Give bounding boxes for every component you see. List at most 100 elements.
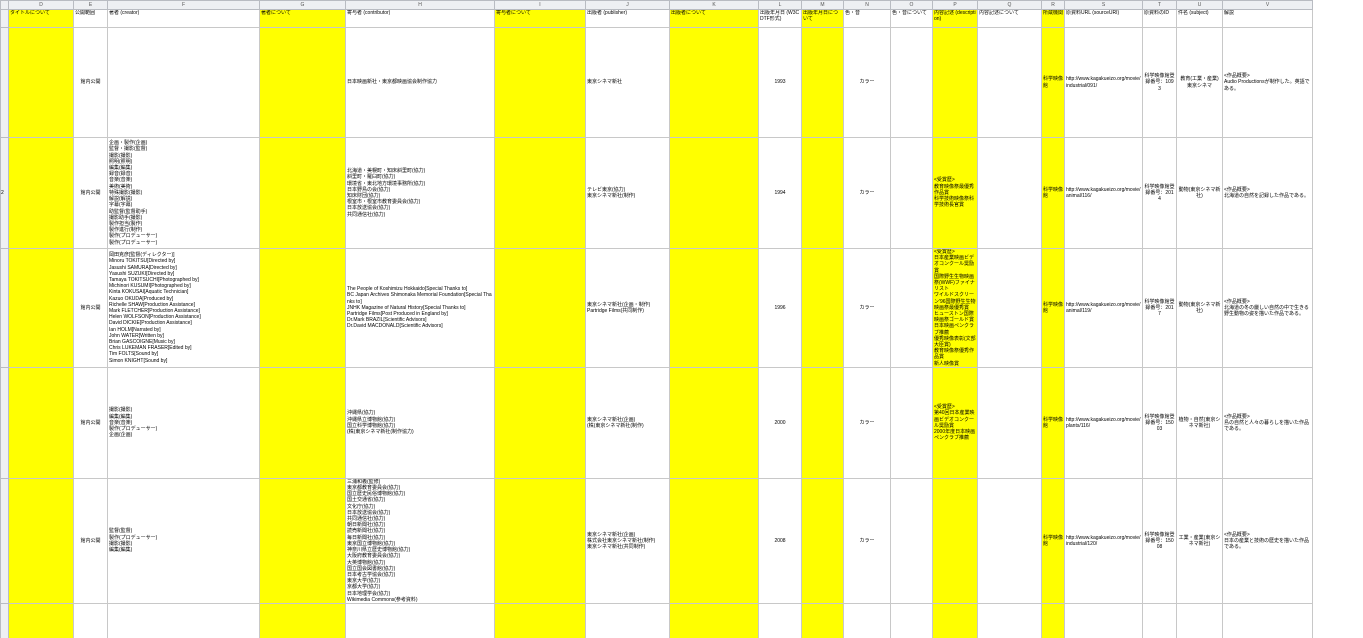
header-cell[interactable]: 出版年月日 (W3CDTF形式)	[758, 9, 802, 28]
row-header[interactable]	[0, 9, 9, 28]
description-cell[interactable]: <受賞歴> 第40回日本産業映画ビデオコンクール奨励賞 2000年度日本映画ペン…	[932, 366, 978, 479]
creator-about-cell[interactable]	[259, 137, 346, 249]
publisher-cell[interactable]: 東京シネマ新社(企画) 株式会社東京シネマ新社(制作) 東京シネマ新社(共同制作…	[585, 477, 670, 604]
creator-about-cell[interactable]	[259, 248, 346, 368]
publisher-cell[interactable]: 東京シネマ新社(企画・制作) Partridge Films(共同制作)	[585, 248, 670, 368]
commentary-cell[interactable]: <作品概要> 北海道の自然を記録した作品である。	[1222, 137, 1313, 249]
color-about-cell[interactable]	[890, 477, 933, 604]
description-about-cell[interactable]	[977, 477, 1042, 604]
description-about-cell[interactable]	[977, 248, 1042, 368]
row-header[interactable]	[0, 248, 9, 368]
visibility-cell[interactable]: 館内公開	[73, 137, 108, 249]
contributor-cell[interactable]: 三浦和義(監修) 東京都教育委員会(協力) 国立歴史民俗博物館(協力) 国土交通…	[345, 477, 495, 604]
publisher-cell[interactable]: テレビ東京(協力) 東京シネマ新社(制作)	[585, 137, 670, 249]
date-about-cell[interactable]	[801, 366, 844, 479]
contributor-about-cell[interactable]	[494, 248, 586, 368]
color-about-cell[interactable]	[890, 602, 933, 638]
publisher-cell[interactable]: 東京シネマ新社(企画) (株)東京シネマ新社(制作)	[585, 366, 670, 479]
title-about-cell[interactable]	[8, 27, 74, 138]
subject-cell[interactable]: 工業・産業(東京シネマ新社)	[1176, 477, 1223, 604]
header-cell[interactable]: 原資料URL (sourceURI)	[1064, 9, 1143, 28]
column-header-d[interactable]: D	[8, 0, 74, 10]
corner-cell[interactable]	[0, 0, 9, 10]
column-header-g[interactable]: G	[259, 0, 346, 10]
header-cell[interactable]: 件名 (subject)	[1176, 9, 1223, 28]
contributor-cell[interactable]: 沖縄県(協力) 沖縄県立博物館(協力) 国立科学博物館(協力) (株)東京シネマ…	[345, 366, 495, 479]
date-about-cell[interactable]	[801, 137, 844, 249]
publisher-cell[interactable]: 東京シネマ新社	[585, 27, 670, 138]
holder-cell[interactable]: 科学映像館	[1041, 137, 1065, 249]
header-cell[interactable]: 色・音について	[890, 9, 933, 28]
column-header-v[interactable]: V	[1222, 0, 1313, 10]
date-about-cell[interactable]	[801, 477, 844, 604]
header-cell[interactable]: 寄与者 (contributor)	[345, 9, 495, 28]
date-cell[interactable]	[758, 602, 802, 638]
source-id-cell[interactable]	[1142, 602, 1177, 638]
publisher-about-cell[interactable]	[669, 27, 759, 138]
color-cell[interactable]: カラー	[843, 137, 891, 249]
publisher-about-cell[interactable]	[669, 137, 759, 249]
contributor-about-cell[interactable]	[494, 137, 586, 249]
column-header-k[interactable]: K	[669, 0, 759, 10]
column-header-o[interactable]: O	[890, 0, 933, 10]
description-about-cell[interactable]	[977, 366, 1042, 479]
contributor-about-cell[interactable]	[494, 366, 586, 479]
creator-about-cell[interactable]	[259, 477, 346, 604]
date-cell[interactable]: 2008	[758, 477, 802, 604]
subject-cell[interactable]	[1176, 602, 1223, 638]
date-cell[interactable]: 2000	[758, 366, 802, 479]
creator-about-cell[interactable]	[259, 366, 346, 479]
header-cell[interactable]: 原資料のID	[1142, 9, 1177, 28]
header-cell[interactable]: 出版者 (publisher)	[585, 9, 670, 28]
description-cell[interactable]	[932, 602, 978, 638]
header-cell[interactable]: 著者について	[259, 9, 346, 28]
header-cell[interactable]: 著者 (creator)	[107, 9, 260, 28]
date-about-cell[interactable]	[801, 27, 844, 138]
visibility-cell[interactable]: 館内公開	[73, 477, 108, 604]
contributor-cell[interactable]: 日本映画新社・東京都映画協会制作協力	[345, 27, 495, 138]
description-about-cell[interactable]	[977, 602, 1042, 638]
description-about-cell[interactable]	[977, 137, 1042, 249]
subject-cell[interactable]: 動物(東京シネマ新社)	[1176, 248, 1223, 368]
subject-cell[interactable]: 教育(工業・産業)東京シネマ	[1176, 27, 1223, 138]
contributor-about-cell[interactable]	[494, 602, 586, 638]
color-cell[interactable]: カラー	[843, 248, 891, 368]
color-about-cell[interactable]	[890, 366, 933, 479]
source-uri-cell[interactable]: http://www.kagakueizo.org/movie/industri…	[1064, 477, 1143, 604]
contributor-about-cell[interactable]	[494, 477, 586, 604]
visibility-cell[interactable]: 館内公開	[73, 366, 108, 479]
creator-cell[interactable]: 企画・製作(企画) 監督・撮影(監督) 撮影(撮影) 照明(照明) 編集(編集)…	[107, 137, 260, 249]
date-cell[interactable]: 1993	[758, 27, 802, 138]
column-header-u[interactable]: U	[1176, 0, 1223, 10]
title-about-cell[interactable]	[8, 137, 74, 249]
contributor-cell[interactable]	[345, 602, 495, 638]
column-header-l[interactable]: L	[758, 0, 802, 10]
color-cell[interactable]: カラー	[843, 366, 891, 479]
column-header-p[interactable]: P	[932, 0, 978, 10]
creator-cell[interactable]: 監督(監督) 製作(プロデューサー) 撮影(撮影) 編集(編集)	[107, 477, 260, 604]
creator-cell[interactable]: 撮影(撮影) 編集(編集) 音楽(音楽) 製作(プロデューサー) 企画(企画)	[107, 366, 260, 479]
column-header-h[interactable]: H	[345, 0, 495, 10]
commentary-cell[interactable]: <作品概要> 日本の産業と技術の歴史を描いた作品である。	[1222, 477, 1313, 604]
contributor-cell[interactable]: The People of Koshimizu Hokkaido[Special…	[345, 248, 495, 368]
visibility-cell[interactable]: 館内公開	[73, 27, 108, 138]
source-uri-cell[interactable]: http://www.kagakueizo.org/movie/plants/1…	[1064, 366, 1143, 479]
header-cell[interactable]: 所蔵機関	[1041, 9, 1065, 28]
header-cell[interactable]: 出版年月日について	[801, 9, 844, 28]
column-header-f[interactable]: F	[107, 0, 260, 10]
column-header-m[interactable]: M	[801, 0, 844, 10]
description-cell[interactable]: <受賞歴> 日本産業映画ビデオコンクール奨励賞 国際野生生物映画祭(WWF)ファ…	[932, 248, 978, 368]
source-uri-cell[interactable]: http://www.kagakueizo.org/movie/industri…	[1064, 27, 1143, 138]
source-id-cell[interactable]: 科学映像館登録番号：1093	[1142, 27, 1177, 138]
description-about-cell[interactable]	[977, 27, 1042, 138]
header-cell[interactable]: 内容記述 (description)	[932, 9, 978, 28]
title-about-cell[interactable]	[8, 477, 74, 604]
source-id-cell[interactable]: 科学映像館登録番号：15008	[1142, 477, 1177, 604]
column-header-j[interactable]: J	[585, 0, 670, 10]
column-header-q[interactable]: Q	[977, 0, 1042, 10]
subject-cell[interactable]: 植物・自然(東京シネマ新社)	[1176, 366, 1223, 479]
commentary-cell[interactable]	[1222, 602, 1313, 638]
contributor-cell[interactable]: 北海道・美幌町・知床斜里町(協力) 斜里町・羅臼町(協力) 環境省・東北地方環境…	[345, 137, 495, 249]
creator-cell[interactable]	[107, 602, 260, 638]
color-about-cell[interactable]	[890, 137, 933, 249]
